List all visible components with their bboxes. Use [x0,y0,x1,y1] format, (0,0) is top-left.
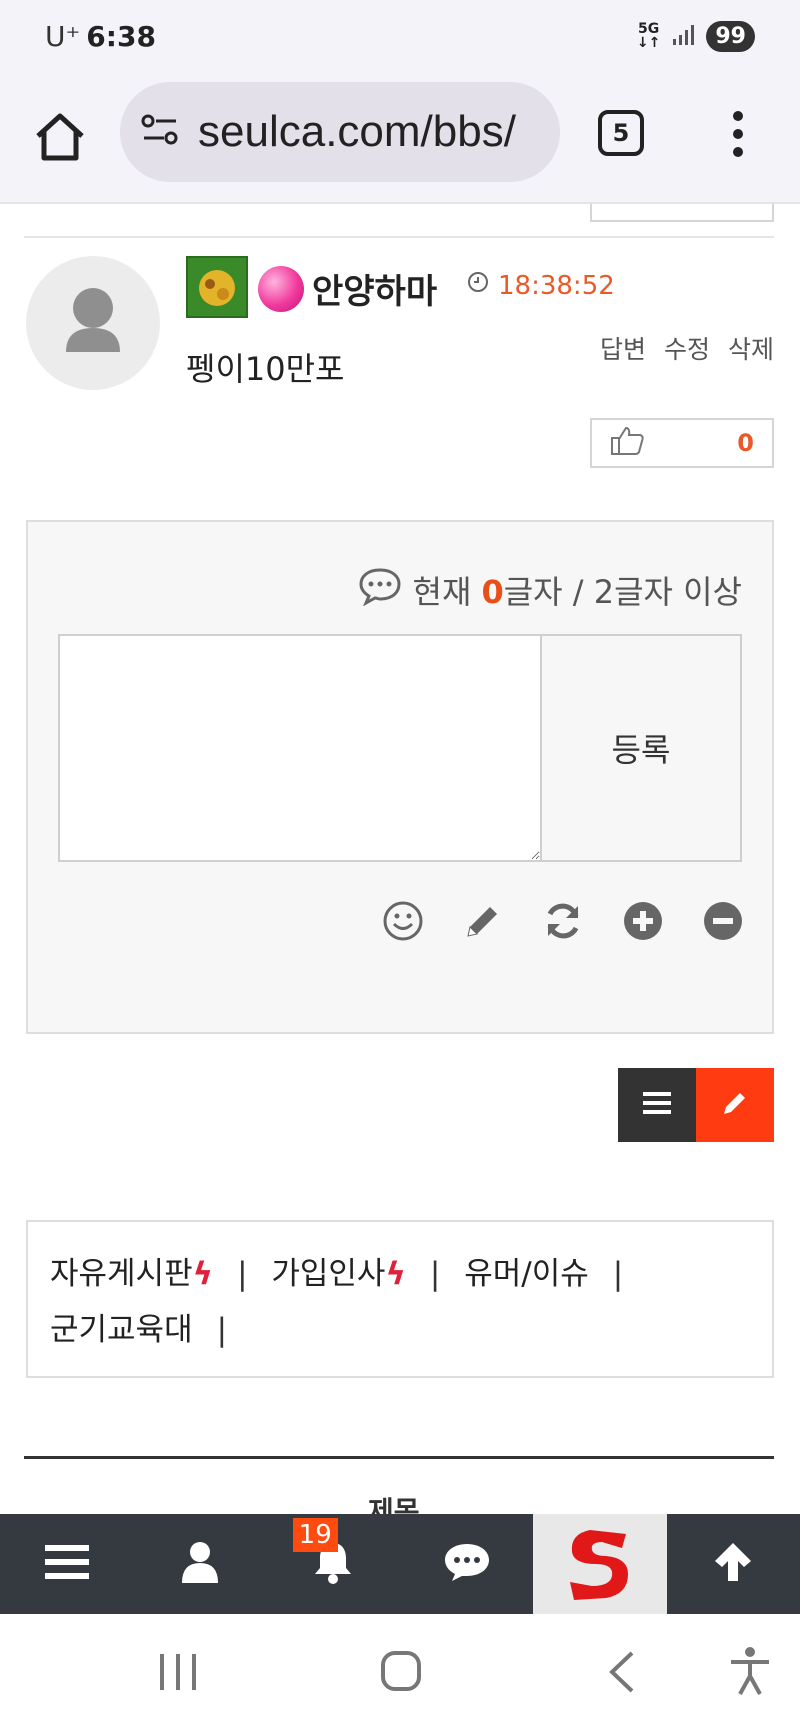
nav-site-logo[interactable] [533,1514,667,1614]
home-icon[interactable] [28,106,92,170]
nav-menu[interactable] [0,1514,133,1614]
smile-icon[interactable] [382,900,424,942]
counter-prefix: 현재 [412,573,472,611]
clock-icon [466,270,490,301]
char-counter: 현재 0글자 / 2글자 이상 [357,566,742,614]
accessibility-icon[interactable] [728,1646,772,1700]
more-menu-icon[interactable] [728,108,748,160]
category-discipline[interactable]: 군기교육대 | [50,1302,227,1358]
thumbs-up-icon [610,425,646,461]
status-bar: U⁺ 6:38 5G ↓↑ 99 [0,0,800,72]
comment-textarea[interactable] [58,634,542,862]
reply-link[interactable]: 답변 [600,330,646,366]
write-pencil-icon [721,1089,749,1121]
counter-value: 0 [481,573,504,611]
address-bar[interactable]: seulca.com/bbs/ [120,82,560,182]
comment-actions: 답변 수정 삭제 [600,330,774,366]
nav-chat[interactable] [400,1514,533,1614]
like-button[interactable]: 0 [590,418,774,468]
browser-toolbar: seulca.com/bbs/ 5 [0,72,800,204]
avatar [26,256,160,390]
edit-link[interactable]: 수정 [664,330,710,366]
nav-notifications[interactable]: 19 [267,1514,400,1614]
comment-time-text: 18:38:52 [498,270,615,301]
back-icon[interactable] [606,1650,636,1698]
bottom-nav: 19 [0,1514,800,1614]
comment-author[interactable]: 안양하마 [312,264,437,313]
counter-suffix: 글자 / 2글자 이상 [503,573,742,611]
network-5g-icon: 5G ↓↑ [636,21,661,51]
zoom-in-icon[interactable] [622,900,664,942]
comment-form: 현재 0글자 / 2글자 이상 등록 [26,520,774,1034]
carrier-label: U⁺ [45,19,81,53]
arrow-up-icon [713,1541,753,1587]
site-logo-icon [562,1520,638,1608]
notification-badge: 19 [292,1518,338,1552]
user-icon [181,1541,219,1587]
write-button[interactable] [696,1068,774,1142]
list-button[interactable] [618,1068,696,1142]
nav-scroll-top[interactable] [667,1514,800,1614]
comment-time: 18:38:52 [466,270,615,301]
category-greetings[interactable]: 가입인사ϟ | [271,1246,440,1302]
hot-icon: ϟ [192,1256,214,1292]
table-header-title: 제목 [368,1495,420,1514]
previous-like-box [590,204,774,222]
table-top-border [24,1456,774,1459]
submit-button[interactable]: 등록 [540,634,742,862]
home-nav-icon[interactable] [380,1650,422,1696]
signal-icon [672,20,695,53]
hamburger-icon [44,1543,89,1585]
speech-bubble-icon [357,566,403,614]
category-humor[interactable]: 유머/이슈 | [464,1246,623,1302]
comment-text: 펭이10만포 [186,350,345,388]
category-free-board[interactable]: 자유게시판ϟ | [50,1246,248,1302]
category-links: 자유게시판ϟ | 가입인사ϟ | 유머/이슈 | 군기교육대 | [26,1220,774,1378]
level-badge-icon [186,256,248,318]
battery-indicator: 99 [706,20,755,52]
like-count: 0 [737,429,754,457]
tab-switcher-button[interactable]: 5 [598,110,644,156]
pencil-icon[interactable] [462,900,504,942]
hot-icon: ϟ [385,1256,406,1292]
gem-icon [258,266,304,312]
zoom-out-icon[interactable] [702,900,744,942]
divider [24,236,774,238]
comment-tools [382,900,744,942]
chat-icon [443,1542,491,1586]
delete-link[interactable]: 삭제 [728,330,774,366]
system-nav-bar [0,1614,800,1734]
list-icon [643,1091,671,1119]
url-text: seulca.com/bbs/ [198,107,516,156]
refresh-icon[interactable] [542,900,584,942]
nav-profile[interactable] [133,1514,266,1614]
page-content: 안양하마 18:38:52 답변 수정 삭제 펭이10만포 0 현재 0글자 /… [0,204,800,1514]
recent-apps-icon[interactable] [158,1652,198,1696]
status-time: 6:38 [86,19,156,53]
site-settings-icon[interactable] [140,112,180,152]
